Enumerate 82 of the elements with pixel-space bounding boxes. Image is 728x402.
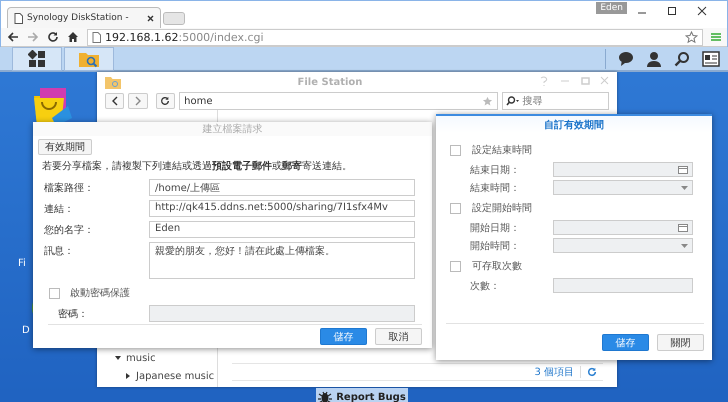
field-label: 開始時間： (470, 240, 521, 252)
tree-item[interactable]: music (97, 349, 217, 367)
checkbox[interactable] (450, 260, 461, 272)
chat-icon[interactable] (618, 50, 634, 66)
field-label: 開始日期： (470, 222, 521, 234)
count-field[interactable] (553, 278, 693, 293)
password-field[interactable] (149, 305, 415, 322)
desktop-icon-label[interactable]: D (22, 325, 30, 336)
cancel-button[interactable]: 取消 (375, 328, 422, 345)
search-icon[interactable] (506, 96, 520, 106)
checkbox-label: 啟動密碼保護 (70, 286, 130, 300)
user-badge: Eden (596, 2, 627, 14)
refresh-icon[interactable] (587, 367, 597, 377)
field-label: 結束日期： (470, 164, 521, 176)
dialog-title: 建立檔案請求 (33, 122, 432, 136)
window-title: File Station (296, 76, 364, 88)
tree-item[interactable]: Japanese music (97, 367, 217, 385)
path-field[interactable]: home (179, 92, 498, 110)
text-field[interactable]: http://qk415.ddns.net:5000/sharing/7I1sfx4Mv (149, 200, 415, 217)
checkbox[interactable] (450, 144, 461, 156)
field-label: 密碼： (57, 308, 89, 321)
file-station-taskbar-button[interactable] (64, 46, 114, 70)
star-icon[interactable] (685, 30, 698, 44)
field-label: 檔案路徑： (44, 182, 95, 195)
main-menu-button[interactable] (12, 46, 62, 70)
browser-tab[interactable]: Synology DiskStation - (7, 7, 161, 28)
forward-icon[interactable] (27, 31, 39, 43)
caret-icon[interactable] (115, 355, 121, 361)
field-label: 您的名字： (44, 224, 95, 237)
desktop-icon-label[interactable]: Fi (18, 258, 26, 269)
message-field[interactable]: 親愛的朋友，您好！請在此處上傳檔案。 (149, 242, 415, 279)
back-icon[interactable] (7, 31, 19, 43)
report-bugs-button[interactable]: Report Bugs (316, 388, 408, 402)
page-icon (92, 32, 101, 42)
text-field[interactable]: Eden (149, 221, 415, 238)
date-field[interactable] (553, 162, 693, 177)
checkbox-label: 設定開始時間 (472, 202, 532, 215)
url-text: 192.168.1.62:5000/index.cgi (105, 30, 264, 44)
checkbox[interactable] (450, 202, 461, 214)
text-field[interactable]: /home/上傳區 (149, 179, 415, 196)
close-button[interactable]: 關閉 (657, 334, 704, 350)
bug-icon (318, 390, 332, 402)
forward-icon (134, 96, 142, 106)
home-icon[interactable] (67, 31, 79, 43)
dropdown-arrow-icon[interactable] (681, 244, 688, 248)
checkbox-label: 可存取次數 (472, 260, 522, 273)
search-field[interactable]: 搜尋 (502, 92, 609, 110)
calendar-icon[interactable] (678, 224, 688, 232)
date-field[interactable] (553, 220, 693, 235)
field-label: 次數： (470, 280, 501, 292)
refresh-button[interactable] (156, 93, 176, 109)
page-icon (14, 12, 23, 24)
caret-icon[interactable] (125, 373, 131, 379)
user-icon[interactable] (646, 50, 662, 66)
close-icon[interactable] (147, 14, 154, 22)
folder-icon (105, 76, 121, 88)
refresh-icon (160, 96, 170, 106)
instruction-text: 若要分享檔案，請複製下列連結或透過預設電子郵件或郵寄寄送連結。 (42, 159, 353, 173)
item-count: 3 個項目 (534, 366, 574, 379)
field-label: 結束時間： (470, 182, 521, 194)
maximize-icon[interactable] (667, 6, 677, 16)
menu-icon[interactable] (711, 32, 721, 42)
address-bar[interactable]: 192.168.1.62:5000/index.cgi (87, 28, 703, 46)
back-icon (110, 96, 119, 106)
grid-icon (28, 50, 46, 68)
save-button[interactable]: 儲存 (320, 328, 367, 345)
validity-period-button[interactable]: 有效期間 (38, 139, 92, 155)
star-icon[interactable] (482, 96, 494, 106)
dropdown-arrow-icon[interactable] (681, 186, 688, 190)
checkbox[interactable] (49, 288, 60, 298)
tab-title: Synology DiskStation - (27, 13, 130, 23)
field-label: 訊息： (44, 244, 75, 258)
widgets-icon[interactable] (702, 50, 720, 66)
calendar-icon[interactable] (678, 166, 688, 174)
reload-icon[interactable] (47, 31, 59, 43)
checkbox-label: 設定結束時間 (472, 144, 532, 157)
field-label: 連結： (44, 202, 75, 216)
dialog-title: 自訂有效期間 (436, 116, 712, 133)
back-button[interactable] (105, 93, 124, 109)
search-icon[interactable] (674, 50, 690, 66)
save-button[interactable]: 儲存 (602, 334, 649, 350)
close-icon[interactable] (697, 6, 707, 16)
